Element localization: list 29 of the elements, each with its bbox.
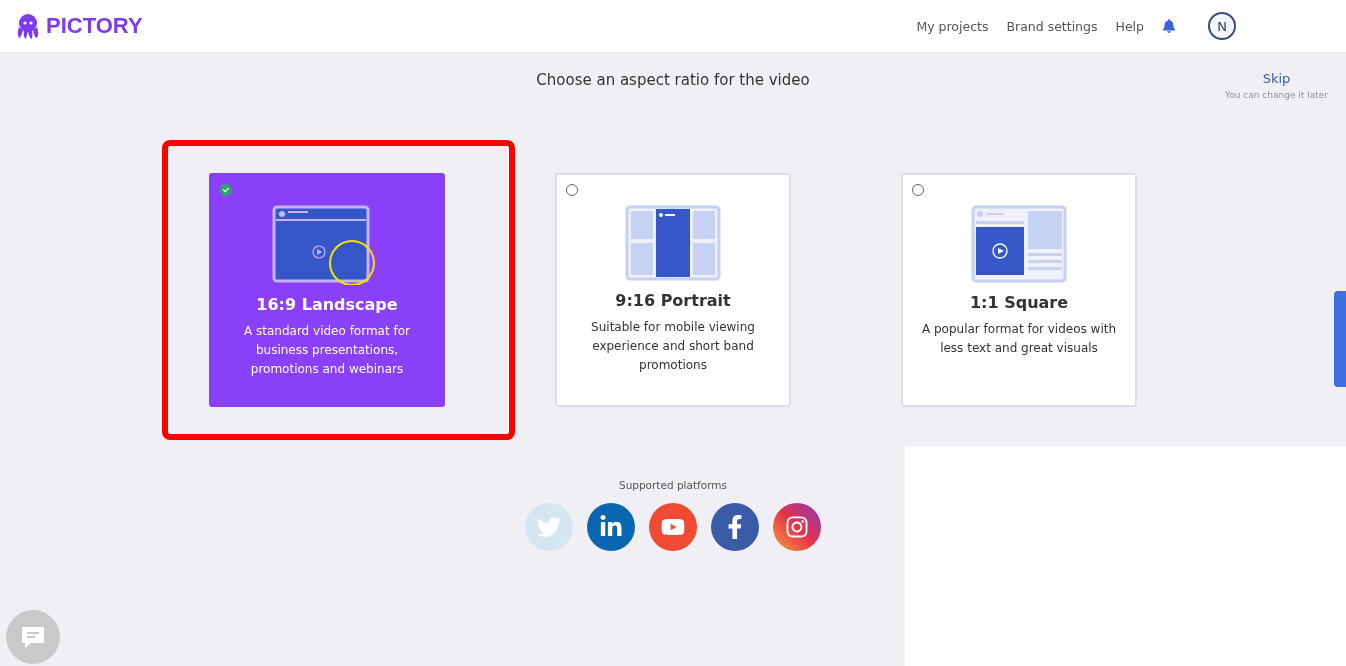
nav-link[interactable]: Help — [1115, 18, 1144, 34]
card-description: A popular format for videos with less text and great visuals — [920, 321, 1118, 357]
nav-link[interactable]: Brand settings — [1006, 18, 1098, 34]
aspect-ratio-card[interactable]: 16:9 Landscape A standard video format for business presentations, promotions and webinars — [209, 173, 445, 407]
card-title: 9:16 Portrait — [615, 291, 731, 310]
check-icon — [223, 187, 229, 193]
radio-button[interactable] — [566, 184, 578, 196]
notification-bell-icon[interactable] — [1162, 19, 1176, 33]
nav-link[interactable]: My projects — [916, 18, 989, 34]
card-title: 1:1 Square — [969, 293, 1069, 312]
camera-icon — [785, 515, 809, 539]
user-avatar[interactable]: N — [1208, 12, 1236, 40]
brand-name: PICTORY — [46, 13, 143, 39]
square-layout-icon — [971, 205, 1067, 283]
in-letters-icon — [599, 515, 623, 539]
speech-bubble-icon — [19, 624, 47, 650]
radio-button[interactable] — [912, 184, 924, 196]
aspect-ratio-card[interactable]: 9:16 Portrait Suitable for mobile viewing experience and short band promotions — [555, 173, 791, 407]
radio-button[interactable] — [220, 184, 232, 196]
card-title: 16:9 Landscape — [256, 295, 398, 314]
page-title: Choose an aspect ratio for the video — [536, 71, 810, 89]
aspect-ratio-card[interactable]: 1:1 Square A popular format for videos with less text and great visuals — [901, 173, 1137, 407]
skip-hint: You can change it later — [1224, 90, 1328, 100]
portrait-layout-icon — [625, 205, 721, 281]
skip-link[interactable]: Skip — [1262, 71, 1291, 86]
card-description: A standard video format for business presentations, promotions and webinars — [243, 323, 411, 378]
card-description: Suitable for mobile viewing experience and short band promotions — [590, 319, 756, 374]
bird-icon — [537, 515, 561, 539]
platforms-label: Supported platforms — [618, 479, 728, 491]
